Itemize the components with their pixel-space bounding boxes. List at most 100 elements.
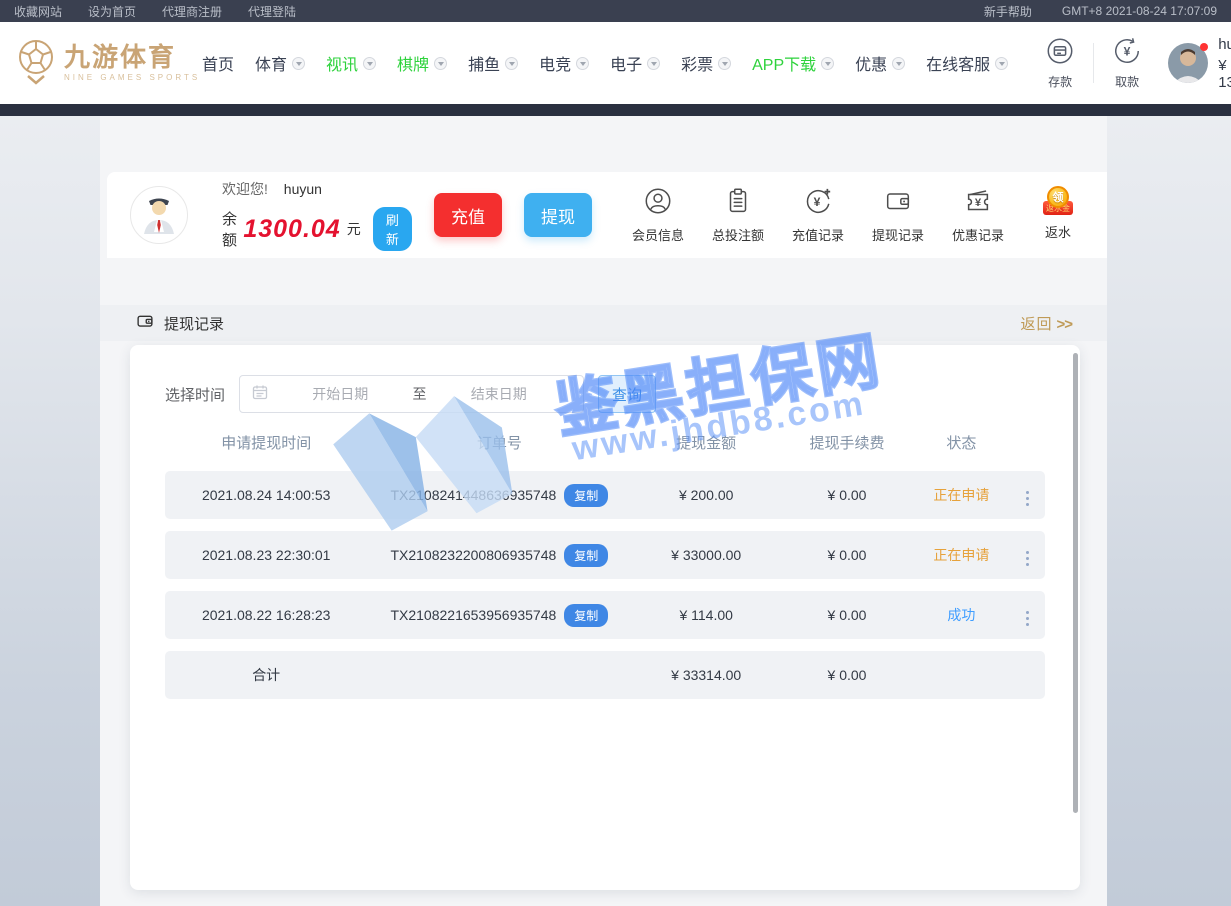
row-menu-dots-icon[interactable]	[1024, 487, 1031, 509]
chevron-down-icon[interactable]	[892, 57, 905, 70]
row-menu-dots-icon[interactable]	[1024, 607, 1031, 629]
table-header: 申请提现时间 订单号 提现金额 提现手续费 状态	[165, 413, 1045, 471]
header-shadow-band	[0, 104, 1231, 116]
main-container: 欢迎您! huyun 余额 1300.04 元 刷新 充值 提现	[100, 116, 1107, 906]
recharge-record-link[interactable]: ¥ 充值记录	[778, 186, 858, 244]
copy-button[interactable]: 复制	[564, 604, 608, 627]
copy-button[interactable]: 复制	[564, 544, 608, 567]
cell-menu	[1010, 481, 1045, 510]
filter-row: 选择时间 开始日期 至 结束日期 查询	[165, 375, 1045, 413]
cell-amount: ¥ 114.00	[631, 607, 781, 623]
copy-button[interactable]: 复制	[564, 484, 608, 507]
utility-link[interactable]: 收藏网站	[14, 5, 62, 19]
cell-amount: ¥ 33000.00	[631, 547, 781, 563]
chevron-down-icon[interactable]	[363, 57, 376, 70]
col-order: 订单号	[367, 432, 631, 453]
row-menu-dots-icon[interactable]	[1024, 547, 1031, 569]
cell-fee: ¥ 0.00	[781, 547, 913, 563]
nav-item-label: 优惠	[855, 51, 887, 75]
calendar-icon	[252, 384, 268, 405]
date-range-input[interactable]: 开始日期 至 结束日期	[239, 375, 584, 413]
nav-item[interactable]: APP下载	[752, 51, 834, 75]
chevron-down-icon[interactable]	[576, 57, 589, 70]
rebate-link[interactable]: 领 返水金 返水	[1018, 186, 1098, 241]
nav-item[interactable]: 电竞	[539, 51, 589, 75]
page: 收藏网站设为首页代理商注册代理登陆 新手帮助 GMT+8 2021-08-24 …	[0, 0, 1231, 906]
utility-link[interactable]: 代理登陆	[248, 5, 296, 19]
help-link[interactable]: 新手帮助	[984, 3, 1032, 20]
status-badge: 正在申请	[933, 547, 989, 563]
notification-dot	[1200, 43, 1208, 51]
chevron-down-icon[interactable]	[718, 57, 731, 70]
order-number: TX2108232200806935748	[390, 547, 556, 563]
total-fee: ¥ 0.00	[781, 667, 913, 683]
username: huyun	[1218, 36, 1231, 53]
nav-item-label: 电子	[610, 51, 642, 75]
chevron-down-icon[interactable]	[292, 57, 305, 70]
nav-item[interactable]: 首页	[202, 51, 234, 75]
refresh-button[interactable]: 刷新	[373, 207, 412, 251]
table-row: 2021.08.24 14:00:53 TX210824144863693574…	[165, 471, 1045, 519]
withdraw-record-link[interactable]: 提现记录	[858, 186, 938, 244]
welcome-username: huyun	[284, 181, 322, 197]
nav-item[interactable]: 体育	[255, 51, 305, 75]
withdraw-button-main[interactable]: 提现	[524, 193, 592, 237]
withdraw-button[interactable]: ¥ 取款	[1112, 36, 1142, 90]
nav-item-label: 在线客服	[926, 51, 990, 75]
chevron-down-icon[interactable]	[505, 57, 518, 70]
back-link[interactable]: 返回>>	[1020, 313, 1072, 334]
svg-text:¥: ¥	[975, 197, 982, 209]
deposit-button[interactable]: 存款	[1045, 36, 1075, 90]
balance-label: 余额	[222, 208, 237, 250]
cell-order: TX2108241448636935748 复制	[367, 484, 631, 507]
header-quick-actions: 存款 ¥ 取款	[1035, 36, 1152, 90]
nav-item-label: APP下载	[752, 51, 816, 75]
table-body: 2021.08.24 14:00:53 TX210824144863693574…	[165, 471, 1045, 639]
wallet-icon	[883, 186, 913, 221]
cell-order: TX2108221653956935748 复制	[367, 604, 631, 627]
nav-item[interactable]: 捕鱼	[468, 51, 518, 75]
scrollbar[interactable]	[1073, 353, 1078, 813]
col-status: 状态	[913, 432, 1010, 453]
utility-link[interactable]: 设为首页	[88, 5, 136, 19]
utility-link[interactable]: 代理商注册	[162, 5, 222, 19]
nav-item[interactable]: 优惠	[855, 51, 905, 75]
cell-status: 成功	[913, 605, 1010, 625]
cell-status: 正在申请	[913, 545, 1010, 565]
nav-item-label: 体育	[255, 51, 287, 75]
chevron-down-icon[interactable]	[821, 57, 834, 70]
utility-bar: 收藏网站设为首页代理商注册代理登陆 新手帮助 GMT+8 2021-08-24 …	[0, 0, 1231, 22]
member-info-link[interactable]: 会员信息	[618, 186, 698, 244]
total-bets-link[interactable]: 总投注额	[698, 186, 778, 244]
logo-subtitle: NINE GAMES SPORTS	[64, 73, 200, 82]
cell-time: 2021.08.22 16:28:23	[165, 607, 367, 623]
table-row: 2021.08.23 22:30:01 TX210823220080693574…	[165, 531, 1045, 579]
cell-status: 正在申请	[913, 485, 1010, 505]
chevron-down-icon[interactable]	[647, 57, 660, 70]
section-wallet-icon	[135, 311, 155, 336]
promo-record-link[interactable]: ¥ 优惠记录	[938, 186, 1018, 244]
total-amount: ¥ 33314.00	[631, 667, 781, 683]
chevron-down-icon[interactable]	[434, 57, 447, 70]
records-card: 选择时间 开始日期 至 结束日期 查询 申请提现时间 订单号	[130, 345, 1080, 890]
coupon-icon: ¥	[963, 186, 993, 221]
nav-item[interactable]: 电子	[610, 51, 660, 75]
nav-item[interactable]: 在线客服	[926, 51, 1008, 75]
deposit-label: 存款	[1048, 73, 1072, 90]
cell-order: TX2108232200806935748 复制	[367, 544, 631, 567]
chevron-down-icon[interactable]	[995, 57, 1008, 70]
site-logo[interactable]: 九游体育 NINE GAMES SPORTS	[14, 36, 202, 91]
nav-item-label: 棋牌	[397, 51, 429, 75]
svg-text:¥: ¥	[1124, 45, 1131, 59]
start-date-placeholder: 开始日期	[268, 384, 413, 404]
greeting: 欢迎您!	[222, 181, 268, 197]
cell-time: 2021.08.24 14:00:53	[165, 487, 367, 503]
nav-item[interactable]: 棋牌	[397, 51, 447, 75]
quick-links: 会员信息 总投注额	[618, 186, 1098, 244]
nav-item[interactable]: 彩票	[681, 51, 731, 75]
recharge-button[interactable]: 充值	[434, 193, 502, 237]
nav-item[interactable]: 视讯	[326, 51, 376, 75]
user-box: huyun ¥ 1300.04	[1168, 36, 1231, 91]
avatar[interactable]	[1168, 43, 1208, 83]
search-button[interactable]: 查询	[598, 375, 656, 413]
